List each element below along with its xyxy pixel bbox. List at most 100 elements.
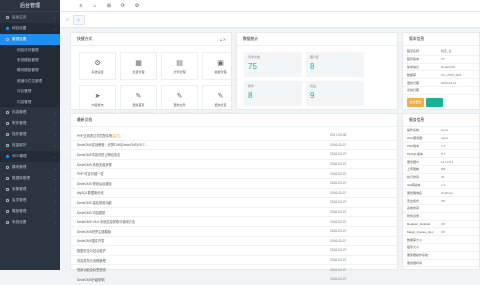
news-title-link[interactable]: MySQL数据库优化 bbox=[77, 190, 330, 195]
tab-bar: « ⌂ bbox=[60, 12, 480, 28]
sidebar-item-label: 模块模板管理 bbox=[17, 68, 39, 73]
shortcuts-title: 快捷方式 bbox=[77, 36, 93, 41]
chevron-icon: › bbox=[55, 121, 56, 126]
sidebar-item[interactable]: 网站访问管理 bbox=[0, 45, 60, 56]
news-title-link[interactable]: PHP 时区问题一览 bbox=[77, 171, 330, 176]
shortcut-item[interactable]: ✎ 更新栏目 bbox=[202, 85, 239, 113]
sidebar-item[interactable]: 插件管理 › bbox=[0, 129, 60, 140]
sidebar-item[interactable]: 网站设置 › bbox=[0, 23, 60, 34]
news-title-text: DedeCMS插件开发 bbox=[77, 239, 105, 244]
news-title-link[interactable]: DedeCMS 系统安装步骤 bbox=[77, 162, 330, 167]
shortcut-item[interactable]: ✎ 更新首页 bbox=[120, 85, 157, 113]
news-title-link[interactable]: 数据安全与站点维护 bbox=[77, 248, 330, 253]
news-title-text: DedeCMS 系统安装步骤 bbox=[77, 162, 112, 167]
news-row[interactable]: DedeCMS中如何防止跨站攻击 2016-03-07 bbox=[71, 150, 397, 160]
sidebar-item[interactable]: 会员管理 › bbox=[0, 195, 60, 206]
chevron-icon: › bbox=[55, 220, 56, 225]
settings-icon[interactable]: ⚙ bbox=[130, 0, 144, 12]
news-row[interactable]: PHP正则表达式匹配实例[高亮] 2017-03-06 bbox=[71, 131, 397, 141]
news-title-link[interactable]: DedeCMS实战教程：织梦CMS(DedeCMS)V5.7... bbox=[77, 142, 330, 147]
sidebar-item[interactable]: 附件管理 › bbox=[0, 118, 60, 129]
sysinfo-row: 附件目录 bbox=[403, 213, 479, 221]
stat-card: 图片集 8 bbox=[306, 52, 364, 77]
news-row[interactable]: 数据安全与站点维护 2016-03-07 bbox=[71, 246, 397, 256]
shortcut-item[interactable]: ✎ 更新全局 bbox=[161, 85, 198, 113]
news-title-link[interactable]: DedeCMS 内容模型 bbox=[77, 210, 330, 215]
sidebar-item-label: 后台主页 bbox=[12, 15, 27, 19]
refresh-icon[interactable]: ⟳ bbox=[116, 0, 130, 12]
sidebar-item[interactable]: 模块模板管理 bbox=[0, 65, 60, 77]
menu-icon bbox=[6, 177, 9, 181]
news-row[interactable]: DedeCMS 修改后台路径 2016-03-07 bbox=[71, 179, 397, 189]
news-row[interactable]: DedeCMS织梦主题模版 2016-03-07 bbox=[71, 227, 397, 237]
news-title-link[interactable]: DedeCMS 建站常用功能 bbox=[77, 200, 330, 205]
sidebar-item[interactable]: 评论管理 bbox=[0, 86, 60, 97]
menu-icon bbox=[6, 188, 9, 192]
news-row[interactable]: DedeCMS升级说明 2016-03-07 bbox=[71, 275, 397, 285]
news-row[interactable]: DedeCMS 系统安装步骤 2016-03-07 bbox=[71, 160, 397, 170]
news-row[interactable]: DedeCMS实战教程：织梦CMS(DedeCMS)V5.7... 2016-03… bbox=[71, 141, 397, 151]
news-row[interactable]: PHP 时区问题一览 2016-03-07 bbox=[71, 169, 397, 179]
sidebar-item[interactable]: 频道与栏位管理 bbox=[0, 76, 60, 87]
sidebar-item-label: 网站访问管理 bbox=[17, 47, 39, 52]
sidebar-item[interactable]: 内容管理 bbox=[0, 96, 60, 108]
news-row[interactable]: MySQL数据库优化 2016-03-07 bbox=[71, 189, 397, 199]
sysinfo-table: 操作系统 Linux Web服务器 nginx PHP版本 7.3 MySQL版本 5.7 服务… bbox=[403, 127, 479, 268]
shortcut-item[interactable]: ▦ 栏目管理 bbox=[120, 52, 157, 80]
top-toolbar: ≡ ⌂ ⊞ ⟳ ⚙ bbox=[60, 0, 480, 12]
home-icon[interactable]: ⌂ bbox=[88, 0, 102, 12]
news-title-link[interactable]: DedeCMS插件开发 bbox=[77, 238, 330, 243]
version-key: 数据库 bbox=[407, 72, 417, 77]
tab-scroll-left-icon[interactable]: « bbox=[66, 17, 69, 23]
sidebar-item[interactable]: 模块管理 › bbox=[0, 162, 60, 173]
news-row[interactable]: 常用功能及标签说明 2016-03-07 bbox=[71, 265, 397, 275]
news-title-link[interactable]: DedeCMS 修改后台路径 bbox=[77, 181, 330, 186]
shortcut-item[interactable]: ⚙ 系统设置 bbox=[79, 52, 116, 80]
sysinfo-row: Web服务器 nginx bbox=[403, 135, 479, 143]
check-update-button[interactable]: 检测更新 bbox=[407, 97, 424, 107]
news-title-link[interactable]: DedeCMS V6.0 系统信息获取与使用方法 bbox=[77, 219, 330, 224]
version-value: 2020-02-12 bbox=[441, 80, 457, 85]
secondary-button[interactable] bbox=[426, 97, 443, 107]
sidebar-item[interactable]: SEO管理 › bbox=[0, 151, 60, 163]
news-title-link[interactable]: 内容发布与流程管理 bbox=[77, 258, 330, 263]
tab-home[interactable]: ⌂ bbox=[72, 14, 85, 25]
menu-toggle-icon[interactable]: ≡ bbox=[74, 0, 88, 12]
chevron-icon: › bbox=[55, 209, 56, 214]
sidebar-item[interactable]: 模板管理 › bbox=[0, 206, 60, 217]
news-row[interactable]: DedeCMS插件开发 2016-03-07 bbox=[71, 237, 397, 247]
news-title-link[interactable]: PHP正则表达式匹配实例[高亮] bbox=[77, 133, 330, 138]
shortcut-item[interactable]: ▣ 模板管理 bbox=[202, 52, 239, 80]
panel-tools-icon[interactable]: ▴ ✕ bbox=[220, 37, 226, 42]
sidebar-item[interactable]: 后台主页 › bbox=[0, 12, 60, 23]
sidebar-item[interactable]: 系统模板管理 bbox=[0, 55, 60, 66]
version-value: V6 bbox=[441, 57, 445, 62]
news-title-link[interactable]: DedeCMS升级说明 bbox=[77, 277, 330, 282]
version-row: 版本信息 DedeCMS bbox=[403, 64, 479, 72]
news-title-link[interactable]: DedeCMS织梦主题模版 bbox=[77, 229, 330, 234]
sidebar-item[interactable]: 系统设置 › bbox=[0, 217, 60, 228]
sidebar-item[interactable]: 数据库管理 › bbox=[0, 173, 60, 184]
news-row[interactable]: 内容发布与流程管理 2016-03-07 bbox=[71, 256, 397, 266]
sidebar-item[interactable]: 批量维护 › bbox=[0, 140, 60, 151]
stat-label: 软件 bbox=[248, 84, 255, 88]
shortcut-label: 更新全局 bbox=[173, 102, 186, 107]
stat-card: 商品 9 bbox=[306, 81, 364, 106]
sidebar-item[interactable]: 内容管理 › bbox=[0, 107, 60, 118]
menu-icon bbox=[6, 27, 9, 30]
shortcut-item[interactable]: ▤ 文件管理 bbox=[161, 52, 198, 80]
news-row[interactable]: DedeCMS V6.0 系统信息获取与使用方法 2016-03-07 bbox=[71, 217, 397, 227]
sidebar-item[interactable]: 管理设置 bbox=[0, 34, 60, 45]
shortcut-icon: ✎ bbox=[135, 92, 142, 100]
news-row[interactable]: DedeCMS 内容模型 2016-03-07 bbox=[71, 208, 397, 218]
sidebar-item[interactable]: 采集管理 › bbox=[0, 184, 60, 195]
news-row[interactable]: DedeCMS 建站常用功能 2016-03-07 bbox=[71, 198, 397, 208]
news-date: 2016-03-07 bbox=[330, 152, 347, 157]
sidebar-item-label: 数据库管理 bbox=[12, 176, 30, 181]
fullscreen-icon[interactable]: ⊞ bbox=[102, 0, 116, 12]
sysinfo-key: 服务器时间 bbox=[407, 260, 423, 265]
shortcut-item[interactable]: ➤ 内容发布 bbox=[79, 85, 116, 113]
news-title-link[interactable]: DedeCMS中如何防止跨站攻击 bbox=[77, 152, 330, 157]
menu-icon bbox=[6, 122, 9, 126]
stat-card: 普通文章 75 bbox=[244, 52, 302, 77]
